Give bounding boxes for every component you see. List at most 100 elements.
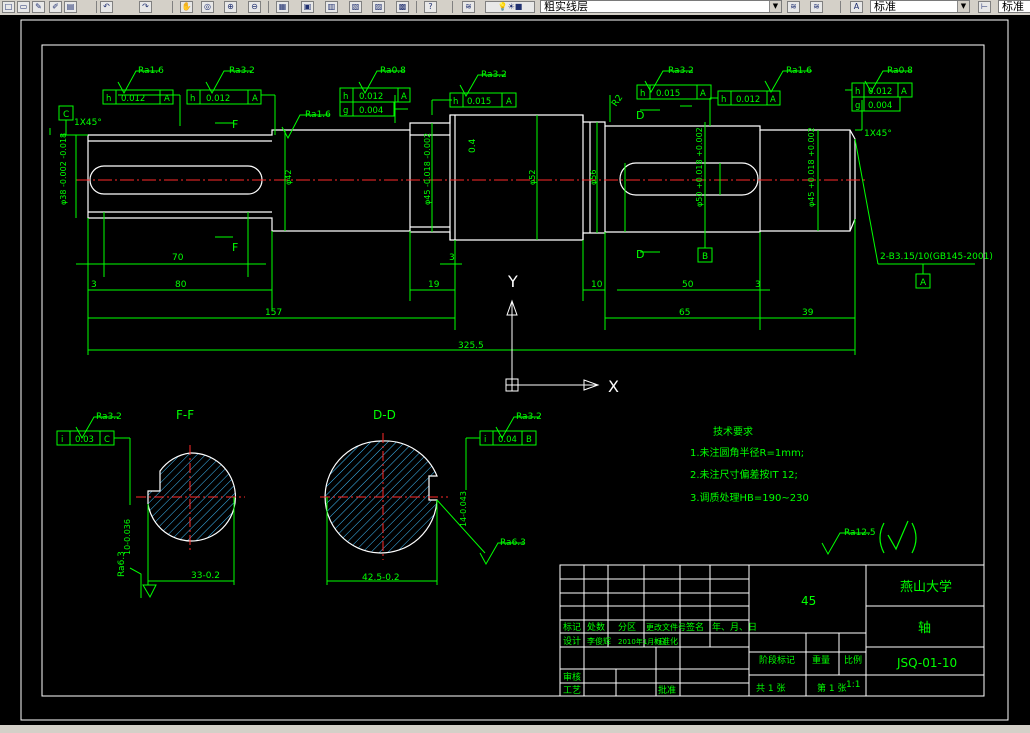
text-style-icon[interactable]: A: [850, 0, 863, 13]
dim-m: 0.4: [468, 138, 478, 153]
roughness-r1: Ra1.6: [138, 66, 164, 76]
new-icon[interactable]: □: [2, 0, 15, 13]
roughness-r6: Ra3.2: [668, 66, 694, 76]
tb-scale-label: 比例: [844, 654, 862, 666]
tb-drawing-no: JSQ-01-10: [896, 656, 957, 670]
svg-text:B: B: [526, 435, 532, 445]
svg-text:A: A: [700, 89, 706, 99]
dim-g: 10: [591, 280, 603, 290]
svg-text:A: A: [401, 92, 407, 102]
keyway-right: [619, 162, 759, 196]
ff-width: 33-0.2: [191, 571, 220, 581]
tb-review: 审核: [563, 671, 581, 683]
zoom-previous-icon[interactable]: ⊖: [248, 0, 261, 13]
svg-text:0.004: 0.004: [868, 101, 892, 111]
open-icon[interactable]: ▭: [17, 0, 30, 13]
ucs-icon: [505, 299, 600, 392]
datum-c: C: [63, 110, 69, 120]
tb-sheet-no: 第 1 张: [817, 682, 846, 694]
ucs-y-label: Y: [507, 272, 518, 291]
diameter-d6: φ50 +0.018 +0.002: [695, 127, 704, 207]
svg-text:0.015: 0.015: [467, 97, 491, 107]
layer-previous-icon[interactable]: ≋: [787, 0, 800, 13]
section-d-top: D: [636, 109, 644, 122]
dim-b: 70: [172, 253, 184, 263]
dim-l: 325.5: [458, 341, 484, 351]
sheet-set-icon[interactable]: ▧: [349, 0, 362, 13]
chamfer-right: 1X45°: [864, 129, 892, 139]
tb-designer: 李俊辉: [587, 636, 611, 646]
outer-frame: [20, 19, 1009, 721]
tech-title: 技术要求: [713, 425, 753, 438]
roughness-r4: Ra0.8: [380, 66, 406, 76]
svg-text:h: h: [640, 89, 645, 99]
svg-text:0.04: 0.04: [498, 435, 517, 445]
section-d-bottom: D: [636, 248, 644, 261]
redo-icon[interactable]: ↷: [139, 0, 152, 13]
svg-text:h: h: [721, 95, 726, 105]
pencil-icon[interactable]: ✎: [32, 0, 45, 13]
svg-text:h: h: [343, 92, 348, 102]
svg-text:0.012: 0.012: [868, 87, 892, 97]
roughness-r2: Ra3.2: [229, 66, 255, 76]
dim-style-value: 标准: [1002, 0, 1024, 13]
layer-state-icon[interactable]: 💡☀■: [485, 0, 535, 13]
section-dd-title: D-D: [373, 408, 396, 422]
svg-text:A: A: [770, 95, 776, 105]
pan-icon[interactable]: ✋: [180, 0, 193, 13]
tool-palettes-icon[interactable]: ▥: [325, 0, 338, 13]
properties-icon[interactable]: ▦: [276, 0, 289, 13]
svg-text:0.03: 0.03: [75, 435, 94, 445]
design-center-icon[interactable]: ▣: [301, 0, 314, 13]
svg-text:0.004: 0.004: [359, 106, 383, 116]
svg-text:h: h: [855, 87, 860, 97]
diameter-d2: φ42: [284, 170, 293, 185]
svg-text:0.012: 0.012: [206, 94, 230, 104]
svg-text:0.012: 0.012: [121, 94, 145, 104]
drawing-canvas[interactable]: Ra1.6 Ra3.2 Ra1.6 Ra0.8 Ra3.2 Ra3.2 Ra1.…: [0, 15, 1030, 725]
brush-icon[interactable]: ▤: [64, 0, 77, 13]
svg-text:A: A: [164, 94, 170, 104]
dim-style-dropdown[interactable]: 标准: [998, 0, 1030, 13]
tb-hdr-file: 更改文件号: [646, 622, 686, 632]
markup-icon[interactable]: ▨: [372, 0, 385, 13]
center-holes-note: 2-B3.15/10(GB145-2001): [880, 252, 993, 262]
undo-icon[interactable]: ↶: [100, 0, 113, 13]
tb-process: 工艺: [563, 685, 581, 696]
general-roughness-paren: [879, 520, 917, 554]
layer-dropdown[interactable]: 粗实线层 ▼: [540, 0, 782, 13]
roughness-general: Ra12.5: [844, 528, 876, 538]
svg-text:0.012: 0.012: [736, 95, 760, 105]
tb-material: 45: [801, 594, 816, 608]
zoom-realtime-icon[interactable]: ◎: [201, 0, 214, 13]
svg-text:0.015: 0.015: [656, 89, 680, 99]
tb-hdr-mark: 标记: [563, 621, 581, 633]
tb-hdr-date: 年、月、日: [712, 621, 757, 633]
dim-i: 3: [755, 280, 761, 290]
dim-style-icon[interactable]: ⊢: [978, 0, 991, 13]
svg-text:h: h: [190, 94, 195, 104]
help-icon[interactable]: ?: [424, 0, 437, 13]
zoom-window-icon[interactable]: ⊕: [224, 0, 237, 13]
layer-manager-icon[interactable]: ≋: [462, 0, 475, 13]
svg-text:g: g: [855, 101, 860, 111]
svg-text:C: C: [104, 435, 110, 445]
match-properties-icon[interactable]: ✐: [49, 0, 62, 13]
section-f-bottom: F: [232, 241, 238, 254]
roughness-ff: Ra3.2: [96, 412, 122, 422]
svg-text:A: A: [901, 87, 907, 97]
diameter-d3: φ45 -0.018 -0.002: [423, 133, 432, 205]
section-f-top: F: [232, 118, 238, 131]
layer-iso-icon[interactable]: ≋: [810, 0, 823, 13]
tech-req-2: 2.未注尺寸偏差按IT 12;: [690, 468, 798, 481]
calculator-icon[interactable]: ▩: [396, 0, 409, 13]
cad-drawing: Ra1.6 Ra3.2 Ra1.6 Ra0.8 Ra3.2 Ra3.2 Ra1.…: [20, 19, 1009, 721]
shaft-outline: [87, 114, 856, 241]
text-style-dropdown[interactable]: 标准 ▼: [870, 0, 970, 13]
status-bar: [0, 725, 1030, 733]
svg-text:h: h: [106, 94, 111, 104]
drawing-frame: [41, 44, 985, 697]
tb-part-name: 轴: [918, 621, 931, 636]
dim-d: 157: [265, 308, 282, 318]
svg-text:0.012: 0.012: [359, 92, 383, 102]
